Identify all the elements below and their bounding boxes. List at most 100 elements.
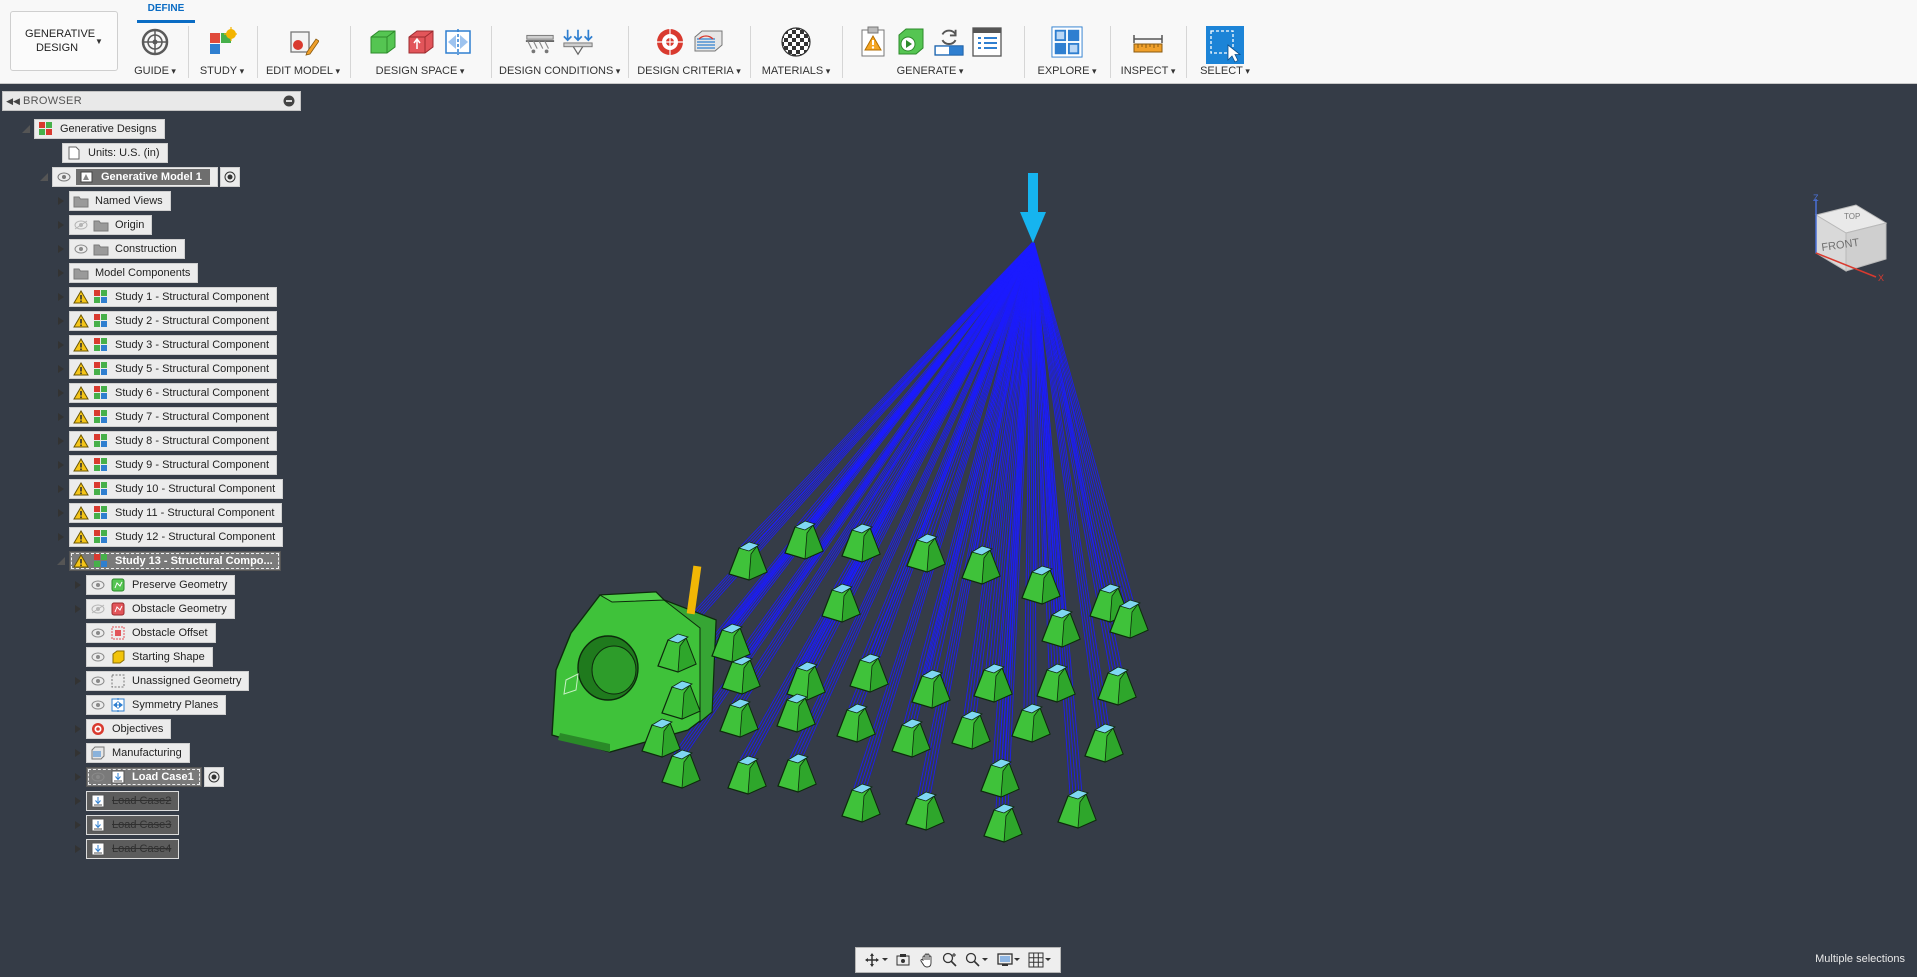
toolbar-group-design-conditions[interactable]: DESIGN CONDITIONS bbox=[499, 24, 619, 80]
tree-load-case2[interactable]: Load Case2 bbox=[72, 791, 180, 811]
viewcube-top-label[interactable]: TOP bbox=[1844, 212, 1860, 221]
look-at-icon[interactable] bbox=[893, 950, 913, 970]
collapsed-triangle-icon[interactable] bbox=[72, 819, 84, 831]
preserve-geometry-body[interactable] bbox=[711, 623, 751, 663]
activate-radio-icon[interactable] bbox=[203, 767, 224, 787]
preserve-geometry-body[interactable] bbox=[786, 661, 826, 701]
tree-units[interactable]: Units: U.S. (in) bbox=[48, 143, 168, 163]
browser-options-icon[interactable] bbox=[278, 95, 300, 107]
toolbar-group-edit-model[interactable]: EDIT MODEL bbox=[265, 24, 341, 80]
collapsed-triangle-icon[interactable] bbox=[72, 723, 84, 735]
preserve-geometry-body[interactable] bbox=[719, 698, 759, 738]
toolbar-group-design-criteria[interactable]: DESIGN CRITERIA bbox=[636, 24, 742, 80]
tree-unassigned-geometry[interactable]: Unassigned Geometry bbox=[72, 671, 250, 691]
preserve-geometry-body[interactable] bbox=[841, 783, 881, 823]
collapse-panel-icon[interactable]: ◀◀ bbox=[3, 96, 23, 107]
collapsed-triangle-icon[interactable] bbox=[55, 483, 67, 495]
preserve-geometry-body[interactable] bbox=[849, 653, 889, 693]
expanded-triangle-icon[interactable] bbox=[20, 123, 32, 135]
tree-symmetry-planes[interactable]: Symmetry Planes bbox=[72, 695, 227, 715]
tree-study-13[interactable]: Study 13 - Structural Compo... bbox=[55, 551, 281, 571]
tree-folder-construction[interactable]: Construction bbox=[55, 239, 185, 259]
preserve-geometry-body[interactable] bbox=[951, 710, 991, 750]
collapsed-triangle-icon[interactable] bbox=[72, 795, 84, 807]
collapsed-triangle-icon[interactable] bbox=[55, 363, 67, 375]
view-cube[interactable]: TOP FRONT Z X bbox=[1810, 193, 1890, 283]
preserve-geometry-body[interactable] bbox=[1057, 789, 1097, 829]
eye-visibility-icon[interactable] bbox=[73, 217, 89, 233]
model-scene[interactable] bbox=[0, 85, 1917, 977]
toolbar-group-explore[interactable]: EXPLORE bbox=[1032, 24, 1102, 80]
toolbar-group-select[interactable]: SELECT bbox=[1194, 24, 1256, 80]
load-arrow-icon[interactable] bbox=[1020, 173, 1046, 243]
collapsed-triangle-icon[interactable] bbox=[55, 339, 67, 351]
zoom-icon[interactable] bbox=[940, 950, 960, 970]
eye-visibility-icon[interactable] bbox=[56, 169, 72, 185]
preserve-geometry-body[interactable] bbox=[728, 541, 768, 581]
tree-preserve-geometry[interactable]: Preserve Geometry bbox=[72, 575, 236, 595]
toolbar-group-inspect[interactable]: INSPECT bbox=[1118, 24, 1178, 80]
tree-study-1[interactable]: Study 1 - Structural Component bbox=[55, 287, 278, 307]
tree-obstacle-geometry[interactable]: Obstacle Geometry bbox=[72, 599, 235, 619]
tab-define[interactable]: DEFINE bbox=[137, 3, 195, 14]
eye-visibility-icon[interactable] bbox=[90, 577, 106, 593]
tree-starting-shape[interactable]: Starting Shape bbox=[72, 647, 213, 667]
tree-objectives[interactable]: Objectives bbox=[72, 719, 172, 739]
collapsed-triangle-icon[interactable] bbox=[55, 315, 67, 327]
preserve-geometry-body[interactable] bbox=[1036, 663, 1076, 703]
collapsed-triangle-icon[interactable] bbox=[55, 459, 67, 471]
preserve-geometry-body[interactable] bbox=[983, 803, 1023, 843]
workspace-switcher[interactable]: GENERATIVE DESIGN ▼ bbox=[10, 11, 118, 71]
activate-radio-icon[interactable] bbox=[219, 167, 240, 187]
grid-settings-icon[interactable] bbox=[1026, 950, 1054, 970]
collapsed-triangle-icon[interactable] bbox=[55, 507, 67, 519]
tree-study-12[interactable]: Study 12 - Structural Component bbox=[55, 527, 284, 547]
browser-header[interactable]: ◀◀ BROWSER bbox=[2, 91, 301, 111]
preserve-geometry-body[interactable] bbox=[905, 791, 945, 831]
collapsed-triangle-icon[interactable] bbox=[72, 579, 84, 591]
eye-visibility-icon[interactable] bbox=[90, 649, 106, 665]
tree-study-5[interactable]: Study 5 - Structural Component bbox=[55, 359, 278, 379]
tree-study-10[interactable]: Study 10 - Structural Component bbox=[55, 479, 284, 499]
collapsed-triangle-icon[interactable] bbox=[72, 675, 84, 687]
tree-root-generative-designs[interactable]: Generative Designs bbox=[20, 119, 165, 139]
tree-study-6[interactable]: Study 6 - Structural Component bbox=[55, 383, 278, 403]
tree-study-8[interactable]: Study 8 - Structural Component bbox=[55, 431, 278, 451]
preserve-geometry-body[interactable] bbox=[836, 703, 876, 743]
tree-obstacle-offset[interactable]: Obstacle Offset bbox=[72, 623, 216, 643]
tree-study-9[interactable]: Study 9 - Structural Component bbox=[55, 455, 278, 475]
tree-folder-named-views[interactable]: Named Views bbox=[55, 191, 171, 211]
preserve-geometry-body[interactable] bbox=[1084, 723, 1124, 763]
eye-visibility-icon[interactable] bbox=[90, 697, 106, 713]
eye-visibility-icon[interactable] bbox=[90, 769, 106, 785]
tree-study-11[interactable]: Study 11 - Structural Component bbox=[55, 503, 283, 523]
tree-manufacturing[interactable]: Manufacturing bbox=[72, 743, 190, 763]
collapsed-triangle-icon[interactable] bbox=[55, 531, 67, 543]
toolbar-group-design-space[interactable]: DESIGN SPACE bbox=[358, 24, 482, 80]
preserve-geometry-body[interactable] bbox=[1011, 703, 1051, 743]
fit-zoom-icon[interactable] bbox=[963, 950, 991, 970]
collapsed-triangle-icon[interactable] bbox=[55, 267, 67, 279]
preserve-geometry-body[interactable] bbox=[784, 520, 824, 560]
tree-study-2[interactable]: Study 2 - Structural Component bbox=[55, 311, 278, 331]
tree-generative-model[interactable]: Generative Model 1 bbox=[38, 167, 240, 187]
preserve-geometry-body[interactable] bbox=[727, 755, 767, 795]
eye-visibility-icon[interactable] bbox=[90, 625, 106, 641]
tree-study-3[interactable]: Study 3 - Structural Component bbox=[55, 335, 278, 355]
tree-folder-model-components[interactable]: Model Components bbox=[55, 263, 199, 283]
pan-hand-icon[interactable] bbox=[917, 950, 937, 970]
preserve-geometry-body[interactable] bbox=[980, 758, 1020, 798]
collapsed-triangle-icon[interactable] bbox=[72, 603, 84, 615]
collapsed-triangle-icon[interactable] bbox=[55, 291, 67, 303]
tree-load-case1[interactable]: Load Case1 bbox=[72, 767, 224, 787]
expanded-triangle-icon[interactable] bbox=[38, 171, 50, 183]
preserve-geometry-body[interactable] bbox=[891, 718, 931, 758]
eye-visibility-icon[interactable] bbox=[90, 601, 106, 617]
collapsed-triangle-icon[interactable] bbox=[55, 195, 67, 207]
collapsed-triangle-icon[interactable] bbox=[72, 843, 84, 855]
preserve-geometry-body[interactable] bbox=[1041, 608, 1081, 648]
expanded-triangle-icon[interactable] bbox=[55, 555, 67, 567]
eye-visibility-icon[interactable] bbox=[90, 673, 106, 689]
preserve-geometry-body[interactable] bbox=[777, 753, 817, 793]
collapsed-triangle-icon[interactable] bbox=[72, 747, 84, 759]
